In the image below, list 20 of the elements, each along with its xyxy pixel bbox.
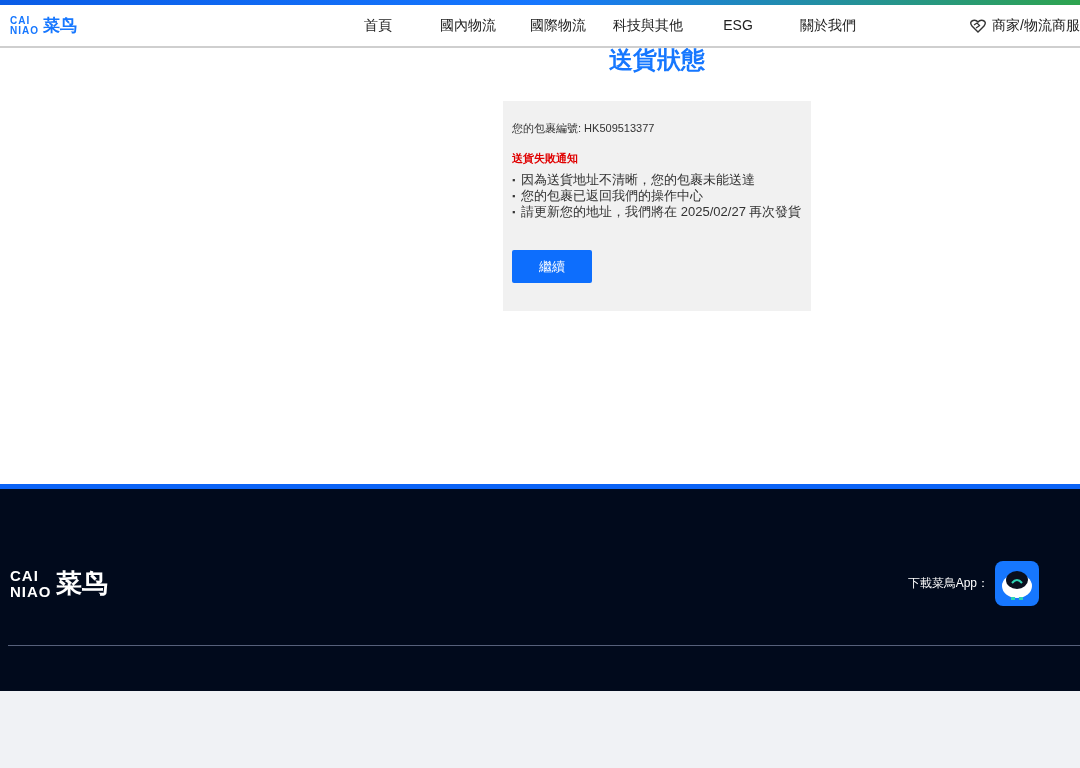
bullet: ▪ <box>512 190 516 203</box>
failure-notice: 送貨失敗通知 <box>512 151 579 166</box>
bullet: ▪ <box>512 206 516 219</box>
notice-item: 請更新您的地址，我們將在 2025/02/27 再次發貨 <box>521 204 802 220</box>
nav-link[interactable]: 關於我們 <box>783 16 873 35</box>
merchant-link[interactable]: 商家/物流商服 <box>970 16 1080 35</box>
robot-app-icon[interactable] <box>995 561 1039 606</box>
nav-link[interactable]: 國際物流 <box>513 16 603 35</box>
nav-link[interactable]: ESG <box>693 16 783 35</box>
nav-link[interactable]: 國內物流 <box>423 16 513 35</box>
notice-item: 您的包裹已返回我們的操作中心 <box>521 188 704 204</box>
notice-item: 因為送貨地址不清晰，您的包裹未能送達 <box>521 172 756 188</box>
handshake-icon <box>970 18 987 33</box>
app-download-label: 下載菜鳥App： <box>907 575 989 592</box>
page-title: 送貨狀態 <box>609 45 705 75</box>
nav-link[interactable]: 首頁 <box>333 16 423 35</box>
bullet: ▪ <box>512 174 516 187</box>
nav-link[interactable]: 科技與其他 <box>603 16 693 35</box>
tracking-number: 您的包裹編號: HK509513377 <box>512 121 656 136</box>
continue-button[interactable]: 繼續 <box>512 250 592 283</box>
